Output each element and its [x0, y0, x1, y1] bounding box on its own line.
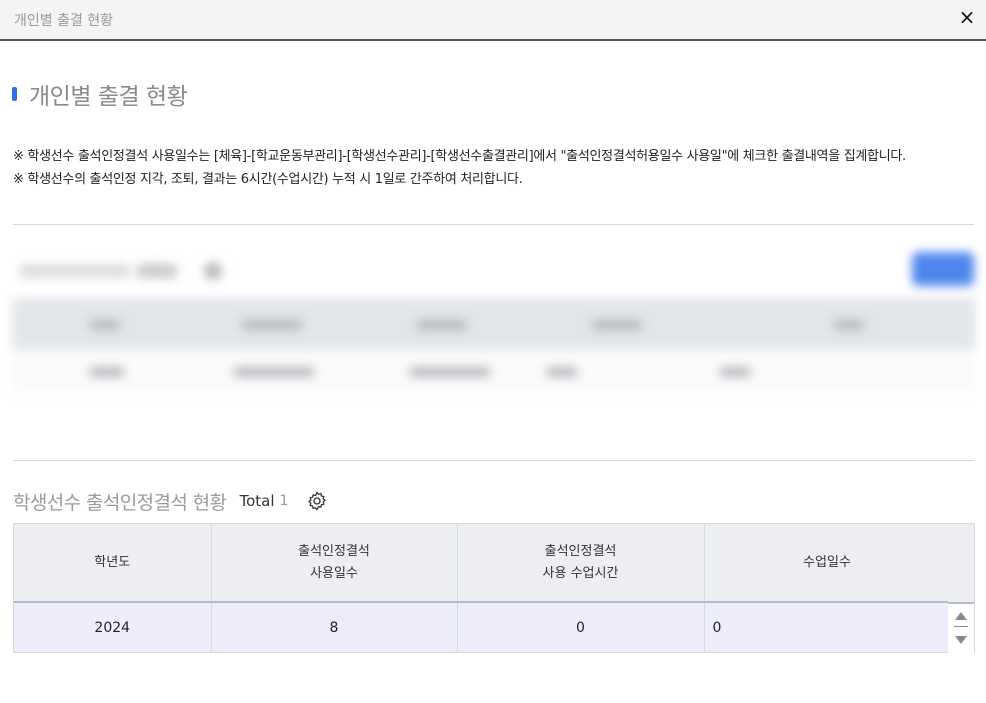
column-header-used-hours[interactable]: 출석인정결석 사용 수업시간 — [457, 524, 705, 603]
vertical-scrollbar[interactable] — [948, 604, 974, 653]
section-header: 개인별 출결 현황 — [12, 79, 188, 110]
grid-header: 학생선수 출석인정결석 현황 Total 1 — [13, 486, 328, 516]
dialog-titlebar: 개인별 출결 현황 × — [0, 0, 986, 41]
section-title: 개인별 출결 현황 — [29, 84, 188, 110]
attendance-grid: 학년도 출석인정결석 사용일수 출석인정결석 사용 수업시간 수업일수 2024… — [13, 523, 975, 653]
cell-class-days[interactable]: 0 — [704, 602, 951, 652]
blurred-label — [137, 264, 177, 278]
scroll-up-arrow-icon[interactable] — [955, 612, 967, 620]
cell-used-days[interactable]: 8 — [211, 602, 458, 652]
blurred-table-header — [12, 298, 976, 350]
table-row[interactable]: 2024 8 0 0 — [14, 602, 951, 652]
blurred-button — [912, 252, 974, 286]
grid-title: 학생선수 출석인정결석 현황 — [13, 491, 227, 514]
cell-year[interactable]: 2024 — [14, 602, 212, 652]
total-label: Total — [239, 492, 275, 510]
section-accent-bar — [12, 87, 17, 101]
total-count: 1 — [279, 493, 289, 509]
table-header-row: 학년도 출석인정결석 사용일수 출석인정결석 사용 수업시간 수업일수 — [14, 524, 951, 603]
notice-line-1: ※ 학생선수 출석인정결석 사용일수는 [체육]-[학교운동부관리]-[학생선수… — [13, 149, 906, 164]
column-header-used-days[interactable]: 출석인정결석 사용일수 — [211, 524, 458, 603]
notice-text: ※ 학생선수 출석인정결석 사용일수는 [체육]-[학교운동부관리]-[학생선수… — [13, 145, 976, 191]
column-header-class-days[interactable]: 수업일수 — [704, 524, 951, 603]
header-scroll-filler — [948, 524, 974, 604]
blurred-label — [20, 264, 130, 278]
notice-line-2: ※ 학생선수의 출석인정 지각, 조퇴, 결과는 6시간(수업시간) 누적 시 … — [13, 172, 523, 187]
close-icon[interactable]: × — [954, 4, 980, 30]
blurred-content-region — [12, 240, 976, 460]
blurred-icon — [204, 262, 222, 280]
cell-used-hours[interactable]: 0 — [457, 602, 705, 652]
scroll-down-arrow-icon[interactable] — [955, 636, 967, 644]
column-header-year[interactable]: 학년도 — [14, 524, 212, 603]
gear-icon[interactable] — [306, 490, 328, 512]
divider-top — [13, 224, 974, 225]
dialog-title: 개인별 출결 현황 — [14, 13, 114, 29]
divider-bottom — [13, 460, 974, 461]
attendance-table: 학년도 출석인정결석 사용일수 출석인정결석 사용 수업시간 수업일수 2024… — [14, 524, 951, 652]
blurred-table-row — [12, 352, 976, 392]
scroll-divider — [954, 626, 968, 627]
